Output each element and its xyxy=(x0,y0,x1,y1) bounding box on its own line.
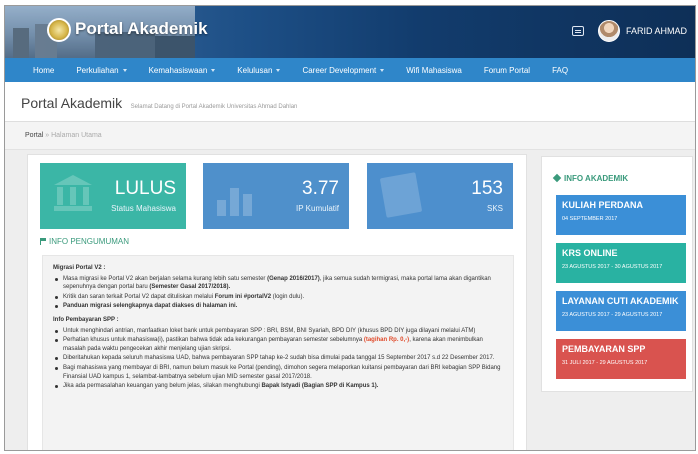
list-item: Perhatian khusus untuk mahasiswa(i), pas… xyxy=(53,336,503,353)
info-card-kuliah-perdana[interactable]: KULIAH PERDANA 04 SEPTEMBER 2017 xyxy=(556,195,686,235)
brand-title[interactable]: Portal Akademik xyxy=(75,19,208,39)
breadcrumb: Portal » Halaman Utama xyxy=(5,122,695,150)
nav-faq[interactable]: FAQ xyxy=(552,66,568,75)
main-navbar: Home Perkuliahan Kemahasiswaan Kelulusan… xyxy=(5,58,695,82)
ipk-label: IP Kumulatif xyxy=(296,204,339,213)
chart-icon xyxy=(217,178,257,216)
section-title: Info Pembayaran SPP : xyxy=(53,316,119,323)
sks-label: SKS xyxy=(486,204,503,213)
chevron-down-icon xyxy=(276,68,281,72)
status-card: LULUS Status Mahasiswa xyxy=(40,163,186,229)
list-item: Kritik dan saran terkait Portal V2 dapat… xyxy=(53,293,503,302)
nav-perkuliahan[interactable]: Perkuliahan xyxy=(76,66,127,75)
ipk-card: 3.77 IP Kumulatif xyxy=(203,163,349,229)
forum-link[interactable]: Forum ini #portalV2 xyxy=(215,294,271,300)
sks-card: 153 SKS xyxy=(367,163,513,229)
status-value: LULUS xyxy=(114,178,176,199)
user-name[interactable]: FARID AHMAD xyxy=(626,26,687,36)
announcement-box: Migrasi Portal V2 : Masa migrasi ke Port… xyxy=(42,255,514,450)
nav-career-development[interactable]: Career Development xyxy=(302,66,385,75)
tag-icon xyxy=(552,173,562,183)
university-logo[interactable] xyxy=(47,18,71,42)
nav-forum-portal[interactable]: Forum Portal xyxy=(484,66,530,75)
nav-kemahasiswaan[interactable]: Kemahasiswaan xyxy=(149,66,216,75)
bank-icon xyxy=(54,175,92,211)
info-card-krs-online[interactable]: KRS ONLINE 23 AGUSTUS 2017 - 30 AGUSTUS … xyxy=(556,243,686,283)
page-title: Portal Akademik xyxy=(21,95,123,111)
page-header: Portal Akademik Selamat Datang di Portal… xyxy=(5,82,695,122)
list-item: Bagi mahasiswa yang membayar di BRI, nam… xyxy=(53,364,503,381)
chevron-down-icon xyxy=(211,68,216,72)
sks-value: 153 xyxy=(471,178,503,199)
breadcrumb-separator: » xyxy=(45,132,50,139)
list-item: Masa migrasi ke Portal V2 akan berjalan … xyxy=(53,275,503,292)
book-icon xyxy=(379,172,423,218)
ipk-value: 3.77 xyxy=(302,178,339,199)
nav-home[interactable]: Home xyxy=(33,66,54,75)
chat-icon[interactable] xyxy=(571,26,584,36)
info-akademik-panel: INFO AKADEMIK KULIAH PERDANA 04 SEPTEMBE… xyxy=(541,156,693,392)
chevron-down-icon xyxy=(380,68,385,72)
guide-link[interactable]: Panduan migrasi selengkapnya dapat diaks… xyxy=(63,303,237,309)
page-subtitle: Selamat Datang di Portal Akademik Univer… xyxy=(130,104,298,110)
nav-wifi-mahasiswa[interactable]: Wifi Mahasiswa xyxy=(406,66,462,75)
section-title: Migrasi Portal V2 : xyxy=(53,265,106,271)
breadcrumb-current: Halaman Utama xyxy=(51,132,102,139)
info-akademik-heading: INFO AKADEMIK xyxy=(552,173,628,183)
status-label: Status Mahasiswa xyxy=(111,204,176,213)
info-card-pembayaran-spp[interactable]: PEMBAYARAN SPP 31 JULI 2017 - 29 AGUSTUS… xyxy=(556,339,686,379)
avatar[interactable] xyxy=(597,20,620,42)
main-panel: LULUS Status Mahasiswa 3.77 IP Kumulatif… xyxy=(27,154,527,450)
user-area: FARID AHMAD xyxy=(571,20,687,42)
list-item: Jika ada permasalahan keuangan yang belu… xyxy=(53,382,503,391)
list-item: Diberitahukan kepada seluruh mahasiswa U… xyxy=(53,354,503,363)
list-item: Untuk menghindari antrian, manfaatkan lo… xyxy=(53,327,503,336)
info-card-layanan-cuti[interactable]: LAYANAN CUTI AKADEMIK 23 AGUSTUS 2017 - … xyxy=(556,291,686,331)
nav-kelulusan[interactable]: Kelulusan xyxy=(237,66,281,75)
announcement-heading: INFO PENGUMUMAN xyxy=(40,237,129,246)
breadcrumb-home[interactable]: Portal xyxy=(25,132,43,139)
chevron-down-icon xyxy=(122,68,127,72)
flag-icon xyxy=(40,238,46,245)
list-item: Panduan migrasi selengkapnya dapat diaks… xyxy=(53,302,503,311)
top-header: Portal Akademik FARID AHMAD xyxy=(5,6,695,58)
browser-frame: Portal Akademik FARID AHMAD Home Perkuli… xyxy=(4,5,696,451)
